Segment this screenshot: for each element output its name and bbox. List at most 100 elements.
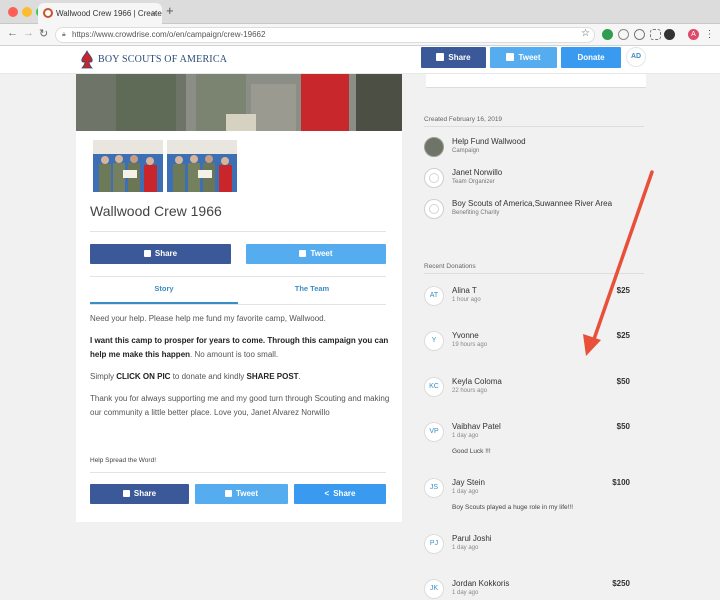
browser-tab-bar: Wallwood Crew 1966 | Created × +	[0, 0, 720, 24]
extension-icon[interactable]	[618, 29, 629, 40]
campaign-card: Wallwood Crew 1966 Share Tweet Story The…	[76, 74, 402, 522]
recent-donations-label: Recent Donations	[424, 263, 476, 270]
donor-name: Jordan Kokkoris	[452, 579, 510, 588]
bottom-generic-share-button[interactable]: < Share	[294, 484, 386, 504]
facebook-icon	[143, 250, 151, 257]
donor-avatar: VP	[424, 422, 444, 442]
tab-close-icon[interactable]: ×	[152, 3, 157, 24]
donor-name: Parul Joshi	[452, 534, 492, 543]
donation-amount: $250	[612, 579, 630, 588]
browser-menu-icon[interactable]: ⋮	[704, 29, 715, 40]
search-extension-icon[interactable]	[634, 29, 645, 40]
donation-time: 1 day ago	[452, 590, 479, 596]
story-paragraph-4: Thank you for always supporting me and m…	[90, 394, 390, 417]
campaign-thumbnail-1[interactable]	[93, 140, 163, 192]
donor-avatar: Y	[424, 331, 444, 351]
donation-time: 22 hours ago	[452, 388, 488, 394]
back-icon[interactable]: ←	[7, 27, 18, 39]
tab-the-team[interactable]: The Team	[238, 280, 386, 304]
reload-icon[interactable]: ↻	[39, 27, 48, 40]
story-paragraph-3: Simply CLICK ON PIC to donate and kindly…	[90, 370, 390, 384]
spread-divider	[90, 472, 386, 473]
donor-avatar: KC	[424, 377, 444, 397]
header-share-button[interactable]: Share	[421, 47, 486, 68]
campaign-title: Wallwood Crew 1966	[90, 203, 222, 219]
story-text: . No amount is too small.	[190, 350, 279, 359]
placeholder-ring	[429, 204, 439, 214]
campaign-thumbnail-2[interactable]	[167, 140, 237, 192]
tab-story[interactable]: Story	[90, 280, 238, 304]
close-window-button[interactable]	[8, 7, 18, 17]
created-divider	[424, 126, 644, 127]
help-spread-label: Help Spread the Word!	[90, 457, 156, 464]
story-paragraph-1: Need your help. Please help me fund my f…	[90, 314, 326, 323]
placeholder-ring	[429, 173, 439, 183]
evernote-extension-icon[interactable]	[602, 29, 613, 40]
profile-extension-icon[interactable]	[664, 29, 675, 40]
donor-name: Yvonne	[452, 331, 479, 340]
title-divider	[90, 231, 386, 232]
user-profile-avatar[interactable]: A	[688, 29, 699, 40]
donor-avatar: JS	[424, 478, 444, 498]
donation-amount: $50	[616, 377, 630, 386]
forward-icon[interactable]: →	[23, 27, 34, 39]
tabs-bottom-divider	[90, 304, 386, 305]
site-header: BOY SCOUTS OF AMERICA Share Tweet Donate…	[0, 46, 720, 74]
address-bar[interactable]: 🔒︎ https://www.crowdrise.com/o/en/campai…	[55, 27, 595, 43]
campaign-tweet-button[interactable]: Tweet	[246, 244, 386, 264]
hero-photo-image	[76, 74, 402, 131]
story-paragraph-2: I want this camp to prosper for years to…	[90, 334, 390, 362]
twitter-icon	[506, 53, 515, 61]
entity-campaign[interactable]: Help Fund Wallwood Campaign	[424, 137, 654, 161]
story-text: Simply	[90, 372, 117, 381]
campaign-story: Need your help. Please help me fund my f…	[90, 312, 390, 428]
crowdrise-favicon-icon	[43, 8, 53, 18]
entity-name: Help Fund Wallwood	[452, 137, 526, 146]
story-emphasis: CLICK ON PIC	[116, 372, 171, 381]
new-tab-button[interactable]: +	[166, 3, 174, 18]
campaign-share-button[interactable]: Share	[90, 244, 231, 264]
header-donate-button[interactable]: Donate	[561, 47, 621, 68]
donor-avatar: JK	[424, 579, 444, 599]
bsa-logo-text[interactable]: BOY SCOUTS OF AMERICA	[98, 54, 227, 65]
bsa-fleur-de-lis-icon[interactable]	[80, 50, 94, 70]
campaign-tweet-label: Tweet	[310, 249, 333, 258]
donation-time: 1 day ago	[452, 545, 479, 551]
header-tweet-button[interactable]: Tweet	[490, 47, 557, 68]
story-emphasis: SHARE POST	[246, 372, 299, 381]
minimize-window-button[interactable]	[22, 7, 32, 17]
user-avatar[interactable]: AD	[626, 47, 646, 67]
header-tweet-label: Tweet	[518, 53, 541, 62]
twitter-icon	[224, 490, 232, 497]
facebook-icon	[436, 53, 445, 61]
share-network-icon: <	[324, 489, 330, 498]
donor-name: Jay Stein	[452, 478, 485, 487]
donation-time: 19 hours ago	[452, 342, 488, 348]
bottom-tweet-button[interactable]: Tweet	[195, 484, 288, 504]
bottom-share2-label: Share	[333, 489, 356, 498]
bottom-share-button[interactable]: Share	[90, 484, 189, 504]
donation-amount: $100	[612, 478, 630, 487]
donor-name: Alina T	[452, 286, 477, 295]
donor-avatar: AT	[424, 286, 444, 306]
campaign-photo-icon	[424, 137, 444, 157]
entity-name: Boy Scouts of America,Suwannee River Are…	[452, 199, 613, 208]
entity-role: Campaign	[452, 148, 480, 154]
campaign-hero-photo[interactable]	[76, 74, 402, 131]
donation-time: 1 day ago	[452, 489, 479, 495]
donation-time: 1 day ago	[452, 433, 479, 439]
donor-name: Vaibhav Patel	[452, 422, 501, 431]
entity-team-organizer[interactable]: Janet Norwillo Team Organizer	[424, 168, 654, 192]
thumbnail-image	[167, 140, 237, 192]
organizer-avatar-icon	[424, 168, 444, 188]
story-text: to donate and kindly	[170, 372, 247, 381]
donation-amount: $50	[616, 422, 630, 431]
browser-tab[interactable]: Wallwood Crew 1966 | Created ×	[38, 3, 162, 24]
donation-time: 1 hour ago	[452, 297, 481, 303]
capture-extension-icon[interactable]	[650, 29, 661, 40]
thumbnail-image	[93, 140, 163, 192]
donation-amount: $25	[616, 286, 630, 295]
bookmark-star-icon[interactable]: ☆	[580, 28, 591, 39]
entity-charity[interactable]: Boy Scouts of America,Suwannee River Are…	[424, 199, 654, 223]
browser-toolbar: ← → ↻ 🔒︎ https://www.crowdrise.com/o/en/…	[0, 24, 720, 46]
